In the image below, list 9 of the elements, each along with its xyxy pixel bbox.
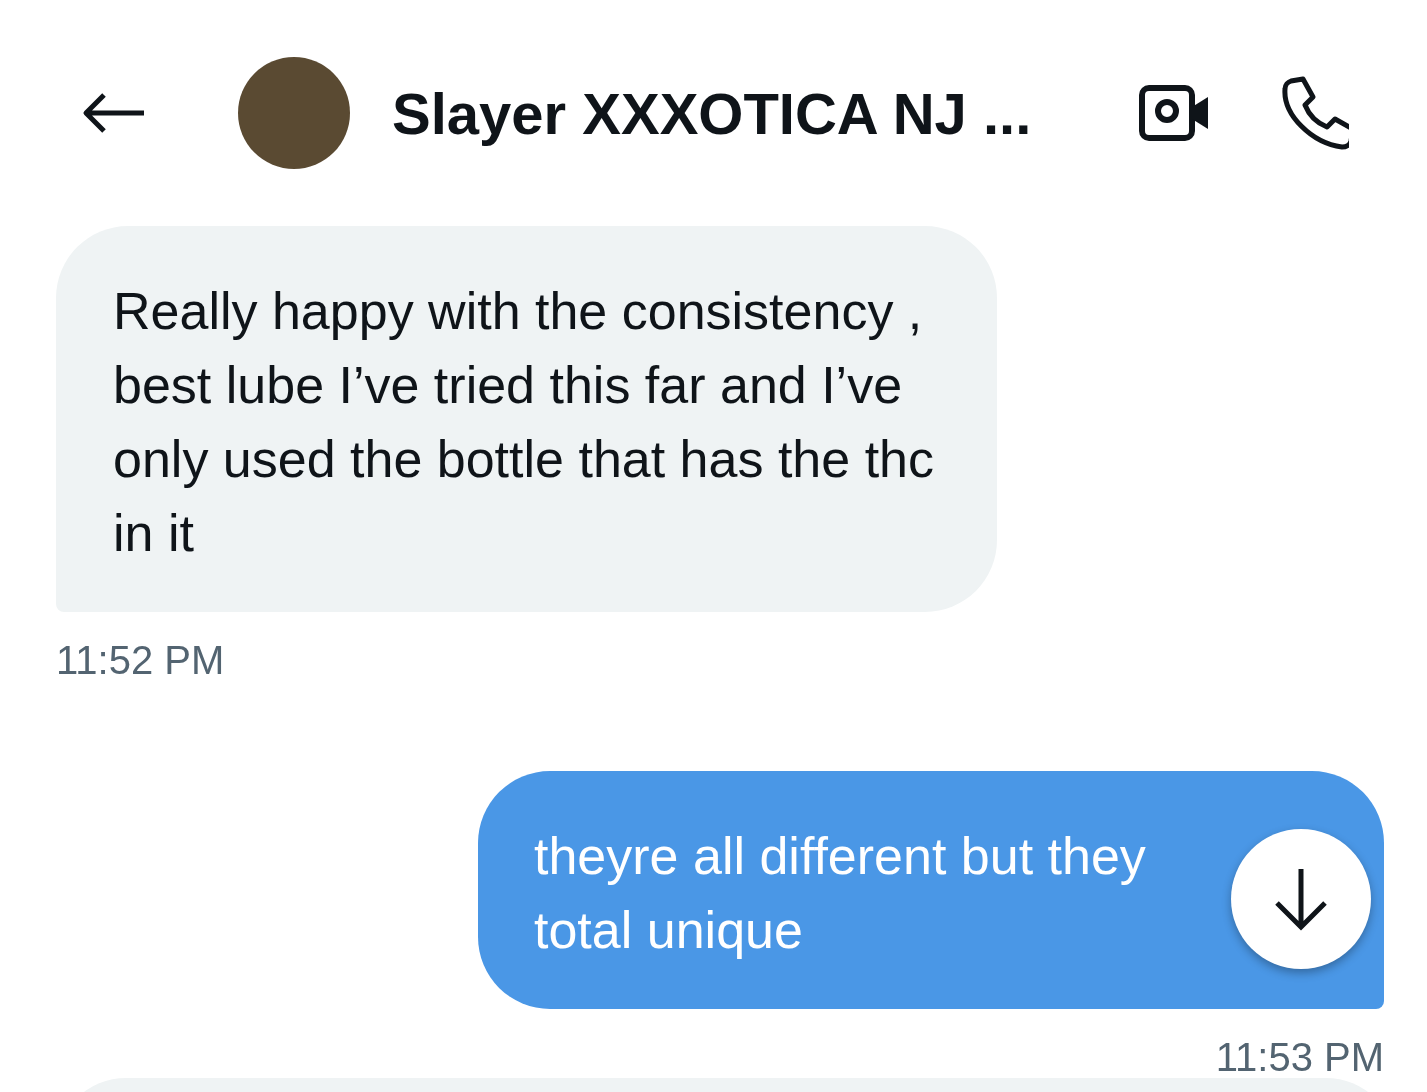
down-arrow-icon: [1273, 867, 1329, 931]
message-text: Really happy with the consistency , best lube I’ve tried this far and I’ve only used the bottle that has the thc in it: [113, 281, 935, 564]
video-camera-icon[interactable]: [1139, 83, 1211, 143]
message-time: 11:52 PM: [56, 638, 226, 683]
back-arrow-icon[interactable]: [82, 93, 146, 133]
message-text: theyre all different but they total unique: [534, 826, 1147, 961]
scroll-down-button[interactable]: [1231, 829, 1371, 969]
message-time: 11:53 PM: [1215, 1035, 1384, 1080]
conversation-title: Slayer XXXOTICA NJ ...: [392, 79, 1033, 147]
